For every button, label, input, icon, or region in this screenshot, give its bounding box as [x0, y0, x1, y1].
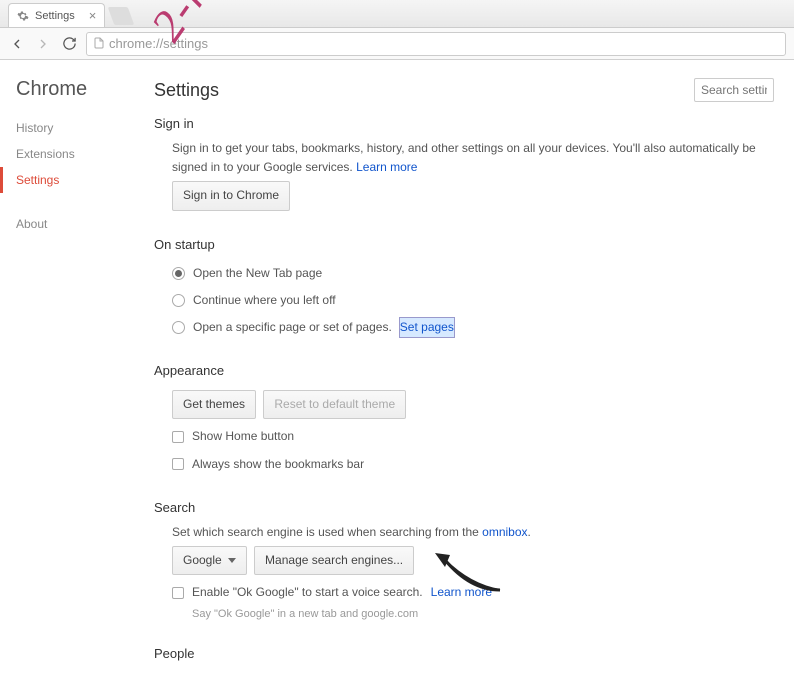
sidebar-item-about[interactable]: About [16, 211, 150, 237]
search-desc: Set which search engine is used when sea… [172, 525, 482, 539]
get-themes-button[interactable]: Get themes [172, 390, 256, 419]
section-appearance: Appearance Get themes Reset to default t… [154, 363, 774, 478]
signin-title: Sign in [154, 116, 774, 131]
sidebar-item-extensions[interactable]: Extensions [16, 141, 150, 167]
tab-title: Settings [35, 10, 75, 22]
browser-tab-bar: Settings × [0, 0, 794, 28]
checkbox-show-home-label: Show Home button [192, 427, 294, 446]
signin-learn-more-link[interactable]: Learn more [356, 160, 417, 174]
sidebar-item-settings[interactable]: Settings [0, 167, 150, 193]
search-engine-value: Google [183, 551, 222, 570]
search-engine-select[interactable]: Google [172, 546, 247, 575]
omnibox-link[interactable]: omnibox [482, 525, 527, 539]
address-input[interactable] [109, 36, 779, 51]
settings-sidebar: Chrome History Extensions Settings About [0, 60, 150, 686]
new-tab-button[interactable] [108, 7, 135, 25]
section-startup: On startup Open the New Tab page Continu… [154, 237, 774, 342]
radio-specific[interactable] [172, 321, 185, 334]
radio-continue[interactable] [172, 294, 185, 307]
ok-google-learn-more-link[interactable]: Learn more [431, 583, 492, 602]
signin-desc: Sign in to get your tabs, bookmarks, his… [172, 141, 756, 174]
signin-button[interactable]: Sign in to Chrome [172, 181, 290, 210]
appearance-title: Appearance [154, 363, 774, 378]
radio-specific-label: Open a specific page or set of pages. [193, 318, 392, 337]
radio-newtab-label: Open the New Tab page [193, 264, 322, 283]
startup-title: On startup [154, 237, 774, 252]
chevron-down-icon [228, 558, 236, 563]
checkbox-show-bookmarks[interactable] [172, 458, 184, 470]
reload-button[interactable] [60, 35, 78, 53]
forward-button [34, 35, 52, 53]
checkbox-ok-google-label: Enable "Ok Google" to start a voice sear… [192, 583, 423, 602]
section-people: People [154, 646, 774, 661]
gear-icon [17, 10, 29, 22]
address-bar[interactable] [86, 32, 786, 56]
sidebar-item-history[interactable]: History [16, 115, 150, 141]
page-title: Settings [154, 80, 219, 101]
search-settings-input[interactable] [694, 78, 774, 102]
checkbox-show-bookmarks-label: Always show the bookmarks bar [192, 455, 364, 474]
settings-content: Settings Sign in Sign in to get your tab… [150, 60, 794, 686]
checkbox-show-home[interactable] [172, 431, 184, 443]
ok-google-subtext: Say "Ok Google" in a new tab and google.… [172, 606, 774, 624]
browser-toolbar [0, 28, 794, 60]
radio-continue-label: Continue where you left off [193, 291, 336, 310]
manage-search-engines-button[interactable]: Manage search engines... [254, 546, 414, 575]
reset-theme-button: Reset to default theme [263, 390, 406, 419]
brand-title: Chrome [16, 78, 150, 101]
page-icon [93, 37, 105, 51]
browser-tab-settings[interactable]: Settings × [8, 3, 105, 27]
checkbox-ok-google[interactable] [172, 587, 184, 599]
radio-newtab[interactable] [172, 267, 185, 280]
search-title: Search [154, 500, 774, 515]
set-pages-link[interactable]: Set pages [400, 318, 454, 337]
section-search: Search Set which search engine is used w… [154, 500, 774, 624]
close-icon[interactable]: × [89, 8, 97, 23]
back-button[interactable] [8, 35, 26, 53]
section-signin: Sign in Sign in to get your tabs, bookma… [154, 116, 774, 215]
people-title: People [154, 646, 774, 661]
